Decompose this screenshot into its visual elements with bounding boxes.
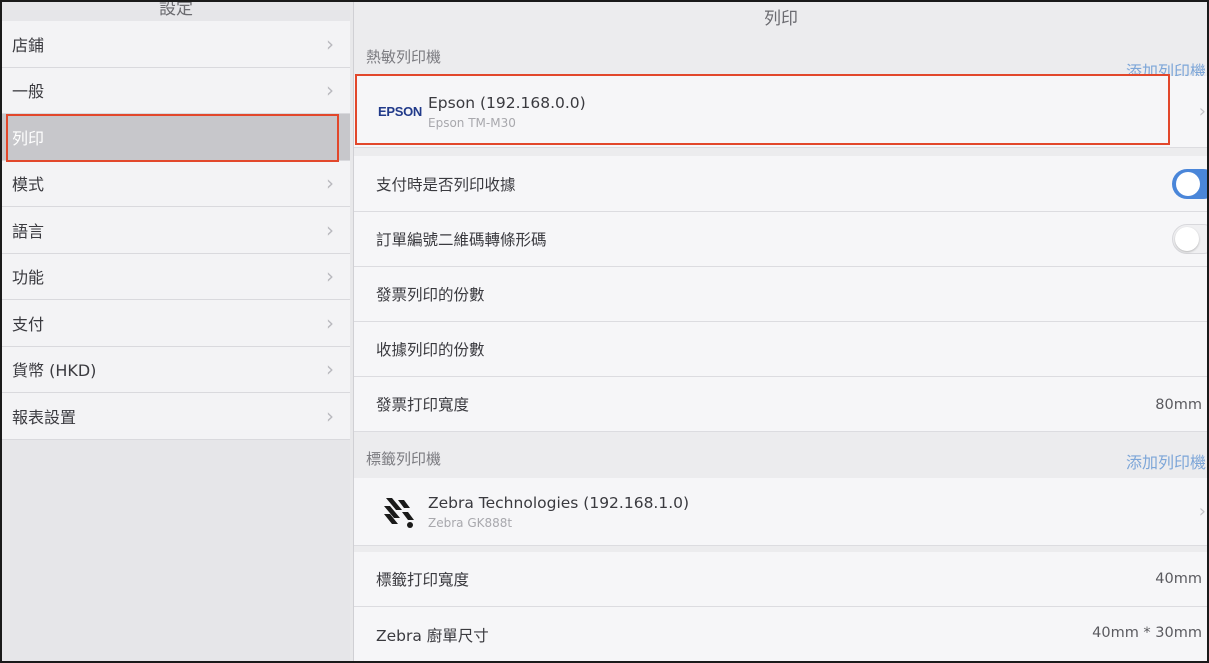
sidebar-item-label: 店鋪	[12, 35, 45, 55]
sidebar-item-label: 報表設置	[12, 407, 77, 427]
kitchen-size-label: Zebra 廚單尺寸	[376, 626, 489, 645]
section-title: 熱敏列印機	[366, 47, 442, 66]
label-width-label: 標籤打印寬度	[376, 571, 470, 589]
invoice-width-label: 發票打印寬度	[376, 396, 470, 414]
sidebar-item-label: 一般	[12, 82, 45, 102]
print-receipt-toggle[interactable]	[1172, 168, 1207, 199]
sidebar-item-label: 列印	[12, 128, 45, 148]
sidebar-item-language[interactable]: 語言 ›	[2, 207, 350, 254]
receipt-copies-row[interactable]: 收據列印的份數	[354, 322, 1207, 377]
receipt-copies-label: 收據列印的份數	[376, 341, 485, 359]
thermal-printer-row[interactable]: EPSON Epson (192.168.0.0) Epson TM-M30 ›	[354, 76, 1207, 148]
invoice-copies-label: 發票列印的份數	[376, 286, 485, 304]
sidebar-item-general[interactable]: 一般 ›	[2, 67, 350, 114]
epson-logo: EPSON	[377, 104, 422, 119]
sidebar-item-payment[interactable]: 支付 ›	[2, 300, 350, 347]
label-printer-section-header: 標籤列印機 添加列印機	[354, 438, 1207, 478]
printer-model: Epson TM-M30	[428, 115, 516, 130]
printer-model: Zebra GK888t	[428, 515, 513, 530]
printer-name: Epson (192.168.0.0)	[428, 93, 586, 112]
sidebar-item-mode[interactable]: 模式 ›	[2, 160, 350, 207]
chevron-right-icon: ›	[326, 217, 334, 242]
sidebar-item-report-settings[interactable]: 報表設置 ›	[2, 393, 350, 440]
chevron-right-icon: ›	[1198, 501, 1206, 522]
sidebar-item-store[interactable]: 店鋪 ›	[2, 21, 350, 68]
chevron-right-icon: ›	[326, 310, 334, 335]
printer-name: Zebra Technologies (192.168.1.0)	[428, 493, 690, 512]
print-settings-panel: 列印 熱敏列印機 添加列印機 EPSON Epson (192.168.0.0)…	[353, 2, 1207, 661]
thermal-printer-section-header: 熱敏列印機 添加列印機	[354, 36, 1207, 82]
chevron-right-icon: ›	[326, 78, 334, 103]
barcode-row: 訂單編號二維碼轉條形碼	[354, 212, 1207, 267]
add-label-printer-link[interactable]: 添加列印機	[1126, 449, 1206, 473]
page-title: 列印	[764, 9, 798, 29]
kitchen-size-value: 40mm * 30mm	[1092, 625, 1202, 641]
sidebar-list: 店鋪 › 一般 › 列印 模式 › 語言 › 功能 › 支付 › 貨幣 (HKD…	[2, 21, 350, 440]
print-receipt-row: 支付時是否列印收據	[354, 156, 1207, 212]
label-width-value: 40mm	[1155, 571, 1202, 587]
label-width-row[interactable]: 標籤打印寬度 40mm	[354, 552, 1207, 607]
barcode-label: 訂單編號二維碼轉條形碼	[376, 231, 547, 249]
section-title: 標籤列印機	[366, 449, 442, 468]
chevron-right-icon: ›	[326, 31, 334, 56]
chevron-right-icon: ›	[326, 357, 334, 382]
sidebar-item-label: 貨幣 (HKD)	[12, 361, 97, 381]
chevron-right-icon: ›	[1198, 101, 1206, 122]
sidebar-item-label: 語言	[12, 221, 45, 241]
label-printer-row[interactable]: Zebra Technologies (192.168.1.0) Zebra G…	[354, 478, 1207, 546]
settings-sidebar: 設定 店鋪 › 一般 › 列印 模式 › 語言 › 功能 › 支付 › 貨幣 (…	[2, 2, 350, 661]
sidebar-item-print[interactable]: 列印	[2, 114, 350, 161]
invoice-width-row[interactable]: 發票打印寬度 80mm	[354, 377, 1207, 432]
sidebar-item-currency[interactable]: 貨幣 (HKD) ›	[2, 346, 350, 393]
chevron-right-icon: ›	[326, 171, 334, 196]
sidebar-item-features[interactable]: 功能 ›	[2, 253, 350, 300]
sidebar-item-label: 支付	[12, 314, 45, 334]
sidebar-item-label: 功能	[12, 268, 45, 288]
app-window: 設定 店鋪 › 一般 › 列印 模式 › 語言 › 功能 › 支付 › 貨幣 (…	[2, 2, 1207, 661]
chevron-right-icon: ›	[326, 403, 334, 428]
invoice-width-value: 80mm	[1155, 397, 1202, 413]
invoice-copies-row[interactable]: 發票列印的份數	[354, 267, 1207, 322]
chevron-right-icon: ›	[326, 264, 334, 289]
kitchen-size-row[interactable]: Zebra 廚單尺寸 40mm * 30mm	[354, 607, 1207, 661]
sidebar-item-label: 模式	[12, 175, 45, 195]
sidebar-title: 設定	[159, 2, 193, 19]
barcode-toggle[interactable]	[1172, 224, 1207, 254]
zebra-logo	[374, 494, 426, 530]
print-receipt-label: 支付時是否列印收據	[376, 175, 516, 194]
